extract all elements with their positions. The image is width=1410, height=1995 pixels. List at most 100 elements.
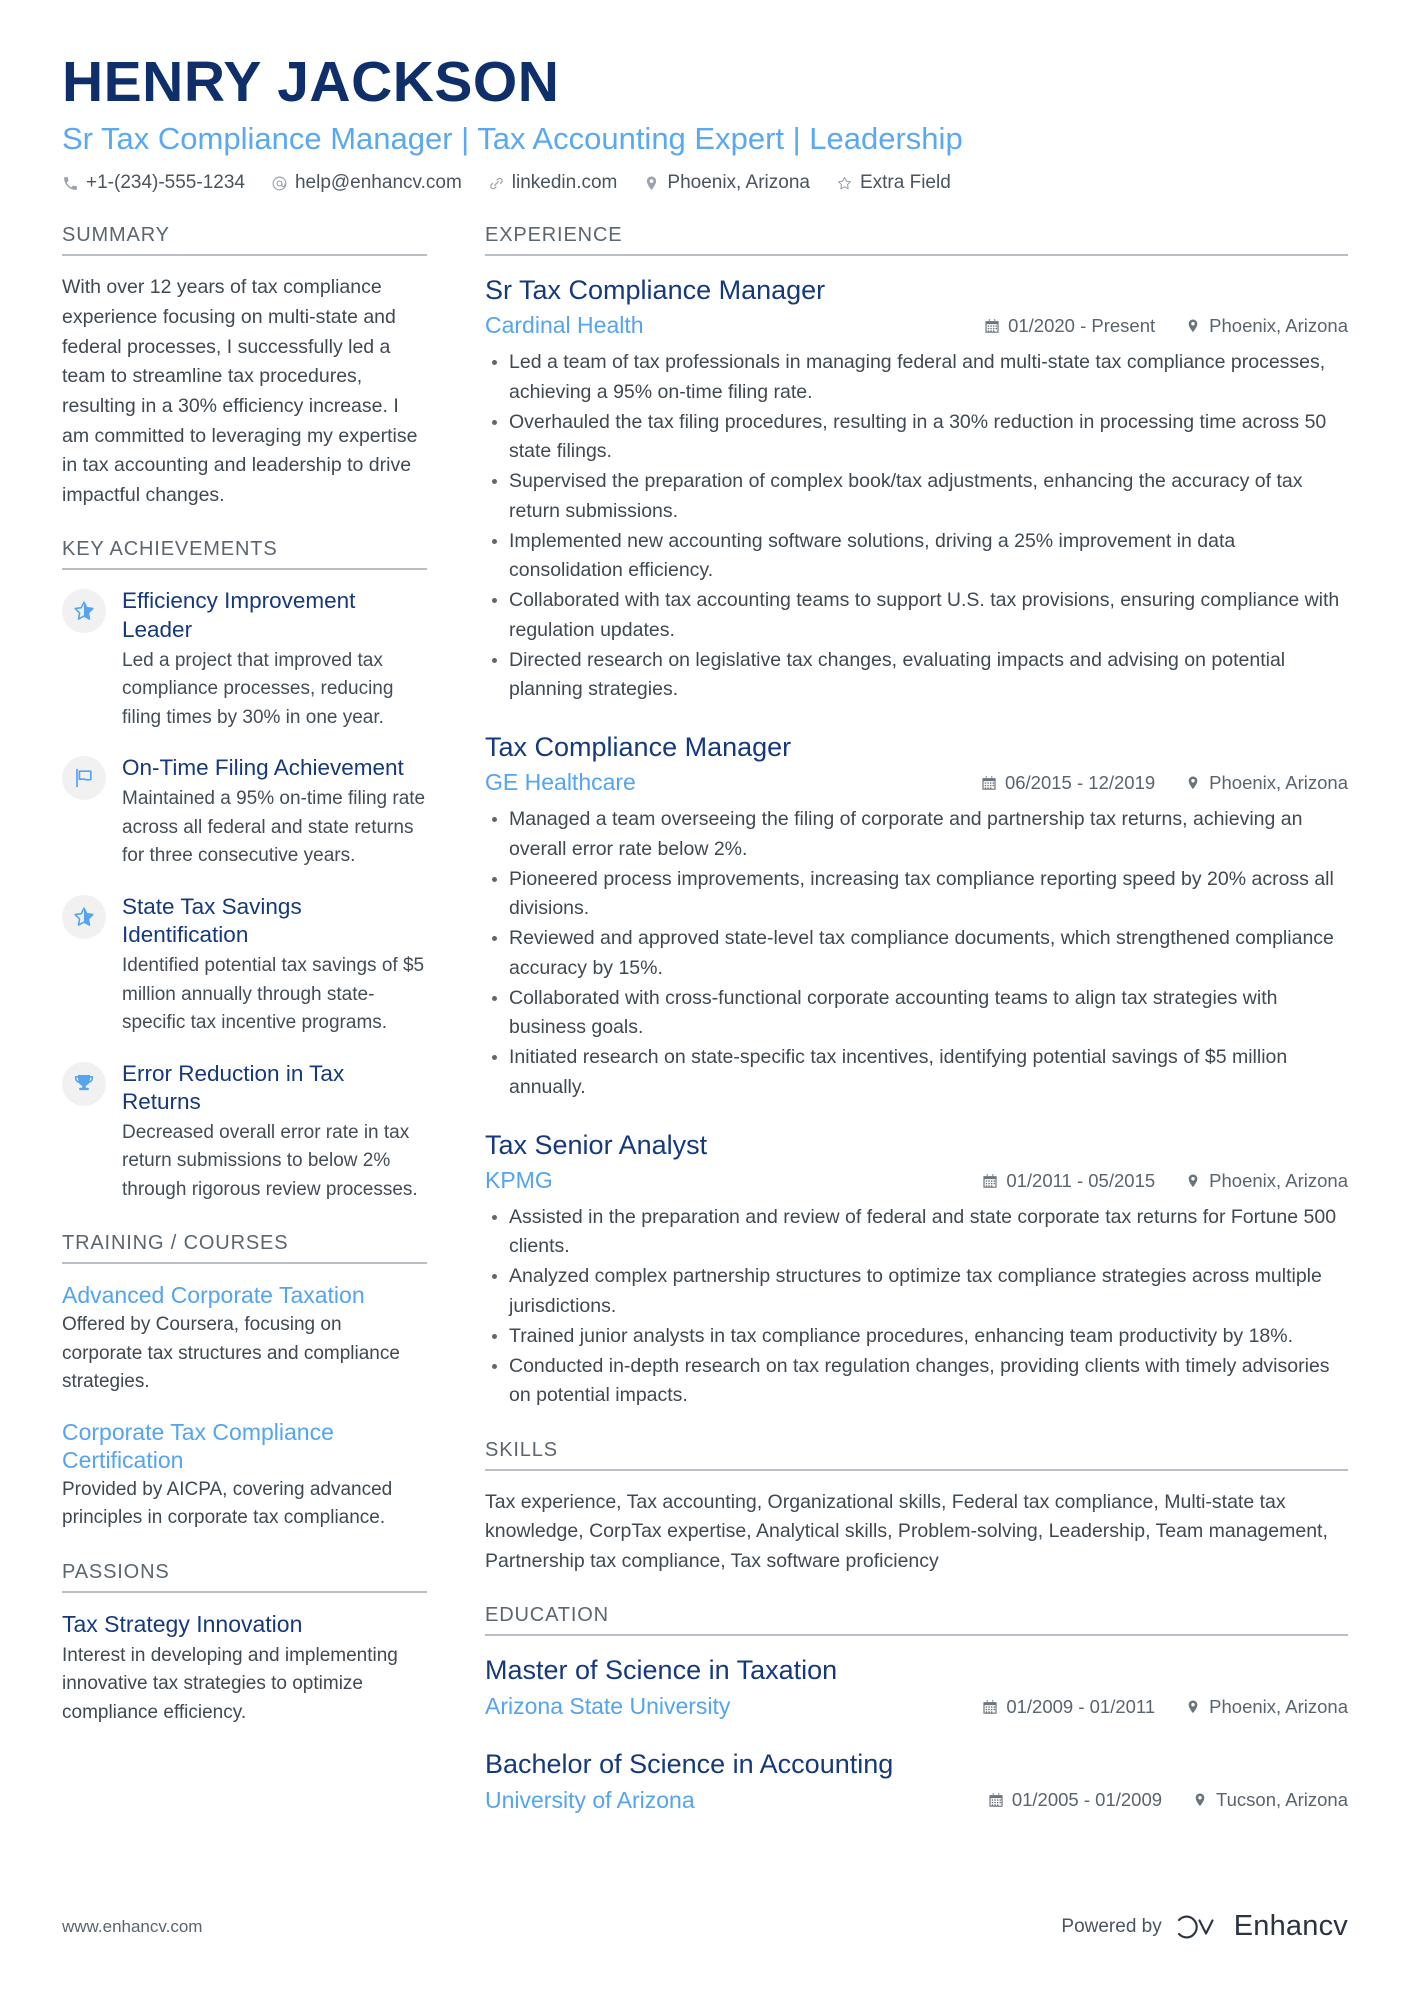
location-pin-icon bbox=[1192, 1792, 1208, 1808]
experience-meta: KPMG 01/2011 - 05/2015 Phoenix, Arizona bbox=[485, 1166, 1348, 1196]
education-dates: 01/2009 - 01/2011 bbox=[982, 1696, 1155, 1718]
experience-location-text: Phoenix, Arizona bbox=[1209, 1169, 1348, 1191]
achievement-badge bbox=[62, 894, 106, 939]
contact-phone-text: +1-(234)-555-1234 bbox=[86, 172, 245, 194]
section-education: EDUCATION Master of Science in Taxation … bbox=[485, 1604, 1348, 1815]
achievement-description: Led a project that improved tax complian… bbox=[122, 649, 394, 728]
education-item: Master of Science in Taxation Arizona St… bbox=[485, 1653, 1348, 1721]
contact-extra-field[interactable]: Extra Field bbox=[836, 172, 951, 194]
achievement-body: Error Reduction in Tax Returns Decreased… bbox=[122, 1060, 427, 1205]
experience-bullet: Managed a team overseeing the filing of … bbox=[485, 805, 1348, 864]
education-meta-right: 01/2009 - 01/2011 Phoenix, Arizona bbox=[982, 1696, 1348, 1718]
experience-company[interactable]: Cardinal Health bbox=[485, 311, 644, 341]
education-location: Phoenix, Arizona bbox=[1185, 1696, 1348, 1718]
enhancv-brand-name: Enhancv bbox=[1233, 1910, 1348, 1942]
course-title[interactable]: Corporate Tax Compliance Certification bbox=[62, 1418, 427, 1474]
calendar-icon bbox=[982, 1173, 998, 1189]
location-pin-icon bbox=[643, 175, 660, 192]
professional-headline: Sr Tax Compliance Manager | Tax Accounti… bbox=[62, 120, 963, 156]
passion-item: Tax Strategy Innovation Interest in deve… bbox=[62, 1610, 427, 1727]
achievement-badge bbox=[62, 1061, 106, 1106]
achievement-item: State Tax Savings Identification Identif… bbox=[62, 893, 427, 1038]
contact-phone[interactable]: +1-(234)-555-1234 bbox=[62, 172, 245, 194]
achievement-badge bbox=[62, 756, 106, 801]
experience-job-title: Tax Compliance Manager bbox=[485, 732, 792, 763]
achievement-description: Maintained a 95% on-time filing rate acr… bbox=[122, 788, 426, 867]
education-meta: Arizona State University 01/2009 - 01/20… bbox=[485, 1692, 1348, 1722]
education-meta: University of Arizona 01/2005 - 01/2009 bbox=[485, 1786, 1348, 1816]
section-training-courses: TRAINING / COURSES Advanced Corporate Ta… bbox=[62, 1232, 427, 1533]
trophy-icon bbox=[72, 1072, 96, 1096]
education-dates-text: 01/2009 - 01/2011 bbox=[1006, 1695, 1156, 1717]
experience-bullet: Overhauled the tax filing procedures, re… bbox=[485, 408, 1348, 467]
experience-bullets: Managed a team overseeing the filing of … bbox=[485, 805, 1348, 1102]
resume-body: SUMMARY With over 12 years of tax compli… bbox=[62, 224, 1348, 1843]
education-school[interactable]: Arizona State University bbox=[485, 1692, 730, 1722]
experience-bullet: Collaborated with tax accounting teams t… bbox=[485, 586, 1348, 645]
experience-meta: Cardinal Health 01/2020 - Present Phoeni… bbox=[485, 311, 1348, 341]
experience-bullet: Implemented new accounting software solu… bbox=[485, 527, 1348, 586]
contact-linkedin-text: linkedin.com bbox=[511, 172, 618, 194]
experience-bullet: Supervised the preparation of complex bo… bbox=[485, 467, 1348, 526]
course-description: Offered by Coursera, focusing on corpora… bbox=[62, 1314, 400, 1393]
experience-company[interactable]: GE Healthcare bbox=[485, 768, 636, 798]
location-pin-icon bbox=[1185, 318, 1201, 334]
experience-meta-right: 01/2011 - 05/2015 Phoenix, Arizona bbox=[982, 1170, 1348, 1192]
education-school[interactable]: University of Arizona bbox=[485, 1786, 695, 1816]
achievement-title: State Tax Savings Identification bbox=[122, 893, 302, 947]
experience-location: Phoenix, Arizona bbox=[1185, 1170, 1348, 1192]
experience-bullet: Led a team of tax professionals in manag… bbox=[485, 348, 1348, 407]
location-pin-icon bbox=[1185, 1173, 1201, 1189]
education-location: Tucson, Arizona bbox=[1192, 1789, 1348, 1811]
section-heading-skills: SKILLS bbox=[485, 1439, 1348, 1471]
right-column: EXPERIENCE Sr Tax Compliance Manager Car… bbox=[455, 224, 1348, 1843]
section-summary: SUMMARY With over 12 years of tax compli… bbox=[62, 224, 427, 510]
location-pin-icon bbox=[1185, 1699, 1201, 1715]
experience-bullet: Collaborated with cross-functional corpo… bbox=[485, 984, 1348, 1043]
achievement-description: Decreased overall error rate in tax retu… bbox=[122, 1121, 418, 1200]
summary-text: With over 12 years of tax compliance exp… bbox=[62, 276, 418, 506]
experience-location: Phoenix, Arizona bbox=[1185, 772, 1348, 794]
contact-email[interactable]: help@enhancv.com bbox=[271, 172, 462, 194]
experience-item: Tax Senior Analyst KPMG 01/2011 - 05/201… bbox=[485, 1128, 1348, 1411]
experience-bullet: Initiated research on state-specific tax… bbox=[485, 1043, 1348, 1102]
footer-brand: Powered by Enhancv bbox=[1061, 1910, 1348, 1943]
education-dates: 01/2005 - 01/2009 bbox=[988, 1789, 1162, 1811]
contact-linkedin[interactable]: linkedin.com bbox=[488, 172, 618, 194]
achievement-title: Efficiency Improvement Leader bbox=[122, 588, 356, 642]
education-meta-right: 01/2005 - 01/2009 Tucson, Arizona bbox=[988, 1789, 1348, 1811]
half-star-icon bbox=[72, 599, 96, 623]
flag-icon bbox=[72, 766, 96, 790]
experience-bullets: Led a team of tax professionals in manag… bbox=[485, 348, 1348, 704]
star-icon bbox=[836, 175, 853, 192]
phone-icon bbox=[62, 175, 79, 192]
page-title: HENRY JACKSON bbox=[62, 50, 560, 114]
experience-dates: 01/2020 - Present bbox=[984, 315, 1155, 337]
contact-email-text: help@enhancv.com bbox=[294, 172, 462, 194]
calendar-icon bbox=[984, 318, 1000, 334]
achievement-body: On-Time Filing Achievement Maintained a … bbox=[122, 754, 427, 871]
achievement-title: Error Reduction in Tax Returns bbox=[122, 1060, 345, 1114]
experience-bullet: Directed research on legislative tax cha… bbox=[485, 646, 1348, 705]
footer-website-url[interactable]: www.enhancv.com bbox=[62, 1917, 202, 1937]
experience-dates: 01/2011 - 05/2015 bbox=[982, 1170, 1155, 1192]
contact-row: +1-(234)-555-1234 help@enhancv.com linke… bbox=[62, 172, 1348, 194]
experience-dates-text: 01/2011 - 05/2015 bbox=[1006, 1169, 1156, 1191]
half-star-icon bbox=[72, 905, 96, 929]
experience-job-title: Sr Tax Compliance Manager bbox=[485, 275, 826, 306]
achievement-item: Efficiency Improvement Leader Led a proj… bbox=[62, 587, 427, 732]
education-degree: Bachelor of Science in Accounting bbox=[485, 1749, 894, 1780]
experience-company[interactable]: KPMG bbox=[485, 1166, 553, 1196]
course-item: Corporate Tax Compliance Certification P… bbox=[62, 1418, 427, 1533]
section-experience: EXPERIENCE Sr Tax Compliance Manager Car… bbox=[485, 224, 1348, 1410]
experience-meta-right: 01/2020 - Present Phoenix, Arizona bbox=[984, 315, 1348, 337]
education-item: Bachelor of Science in Accounting Univer… bbox=[485, 1747, 1348, 1815]
experience-bullet: Pioneered process improvements, increasi… bbox=[485, 865, 1348, 924]
contact-location[interactable]: Phoenix, Arizona bbox=[643, 172, 810, 194]
calendar-icon bbox=[982, 1699, 998, 1715]
course-title[interactable]: Advanced Corporate Taxation bbox=[62, 1281, 427, 1309]
experience-location: Phoenix, Arizona bbox=[1185, 315, 1348, 337]
section-heading-training-courses: TRAINING / COURSES bbox=[62, 1232, 427, 1265]
passion-description: Interest in developing and implementing … bbox=[62, 1644, 398, 1723]
course-description: Provided by AICPA, covering advanced pri… bbox=[62, 1478, 393, 1529]
